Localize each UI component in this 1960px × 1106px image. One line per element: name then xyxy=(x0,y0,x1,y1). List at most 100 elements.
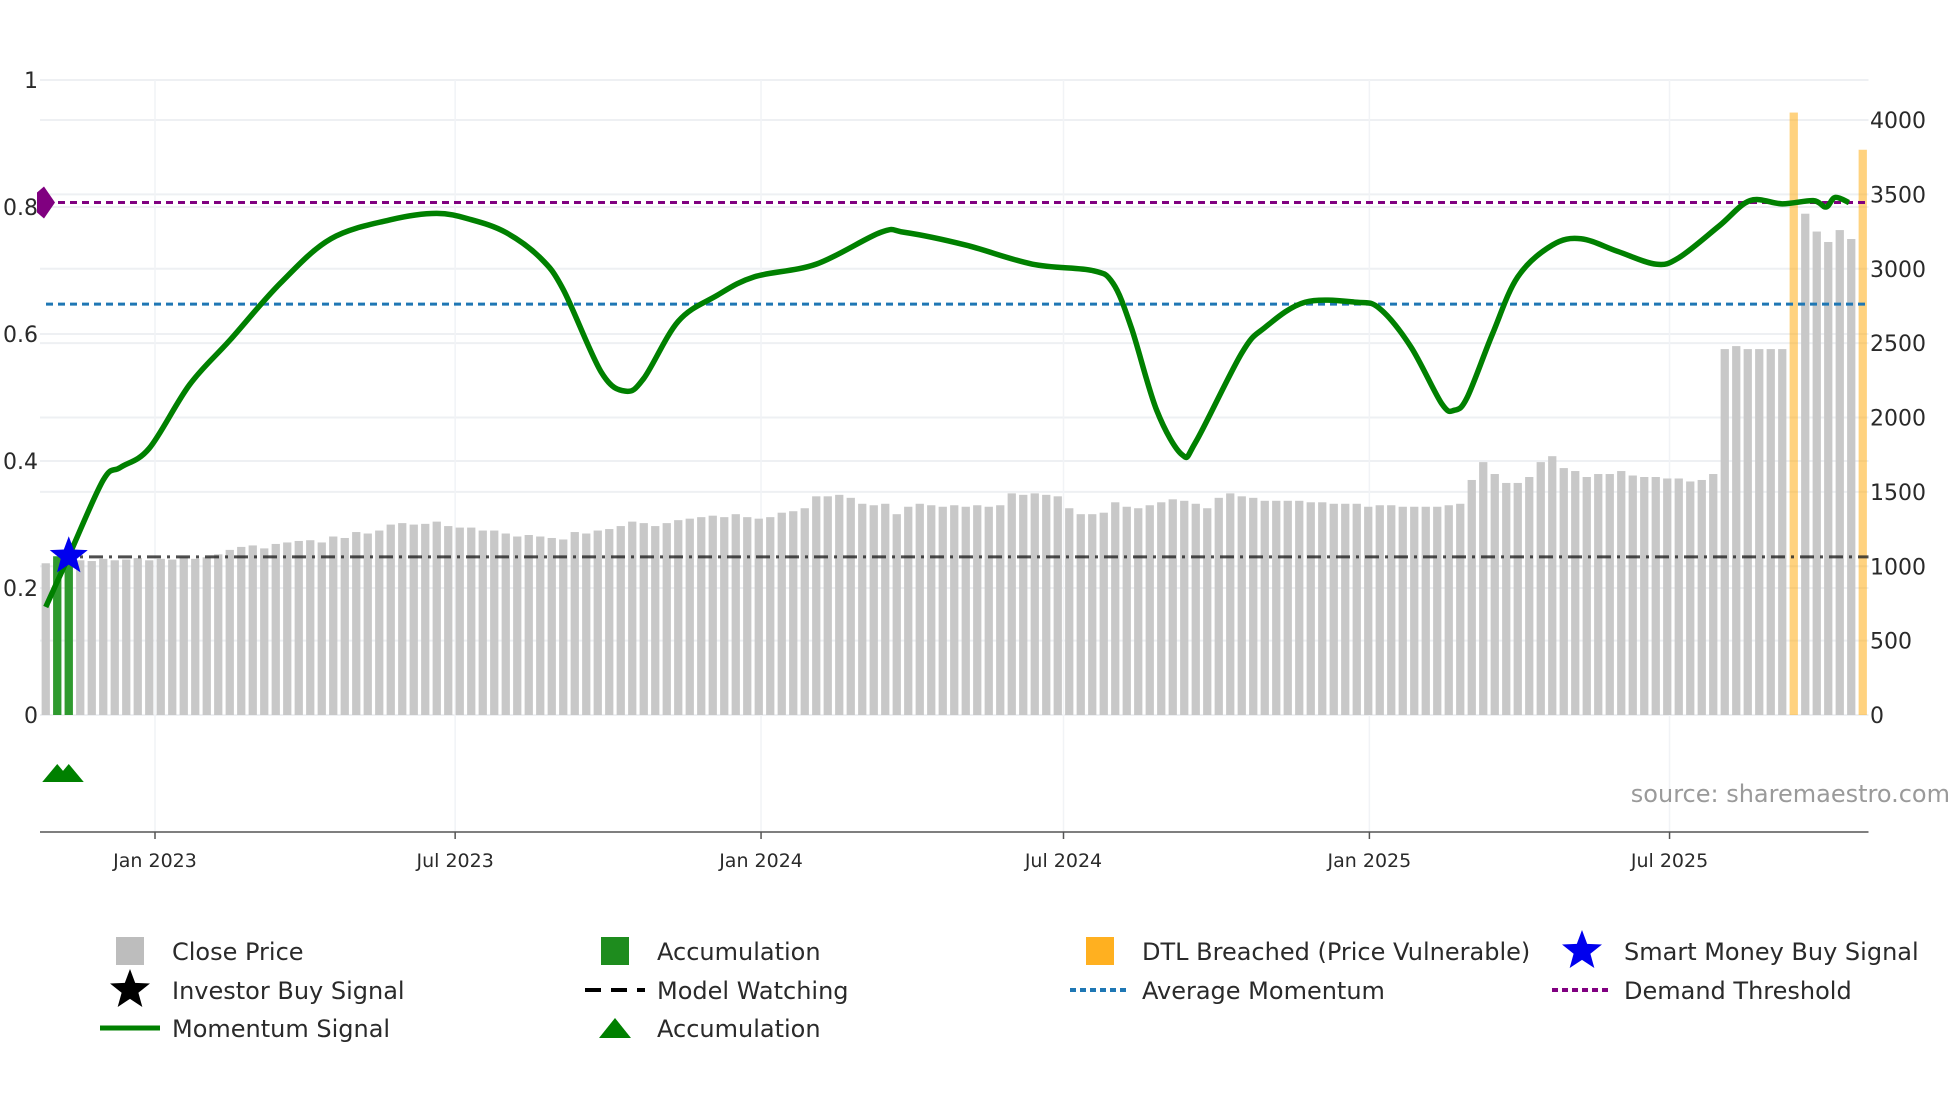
legend-triangle-icon xyxy=(599,1018,631,1038)
close-price-bar xyxy=(1490,474,1499,715)
close-price-bar xyxy=(340,537,349,715)
close-price-bar xyxy=(1571,471,1580,715)
close-price-bar xyxy=(708,515,717,715)
close-price-bar xyxy=(283,542,292,715)
close-price-bar xyxy=(248,545,257,715)
close-price-bar xyxy=(754,518,763,715)
close-price-bar xyxy=(1042,494,1051,715)
close-price-bar xyxy=(1640,477,1649,715)
close-price-bar xyxy=(1847,239,1856,715)
close-price-bar xyxy=(950,505,959,715)
close-price-bar xyxy=(1157,502,1166,715)
close-price-bar xyxy=(1594,474,1603,715)
close-price-bar xyxy=(179,557,188,715)
left-y-tick-label: 0.4 xyxy=(3,450,38,475)
close-price-bar xyxy=(1398,506,1407,715)
close-price-bar xyxy=(1352,503,1361,715)
close-price-bar xyxy=(1410,506,1419,715)
close-price-bar xyxy=(1272,500,1281,715)
close-price-bar xyxy=(582,533,591,715)
close-price-bar xyxy=(651,526,660,715)
close-price-bar xyxy=(145,560,154,715)
close-price-bar xyxy=(191,558,200,715)
source-label: source: sharemaestro.com xyxy=(1631,780,1950,808)
close-price-bar xyxy=(1444,505,1453,715)
close-price-bar xyxy=(559,539,568,715)
right-y-tick-label: 1500 xyxy=(1870,481,1926,506)
close-price-bar xyxy=(984,506,993,715)
legend-label: DTL Breached (Price Vulnerable) xyxy=(1142,938,1530,966)
legend-label: Average Momentum xyxy=(1142,977,1385,1005)
close-price-bar xyxy=(766,517,775,715)
dtl-breached-bar xyxy=(1858,149,1867,715)
close-price-bar xyxy=(421,523,430,715)
close-price-bar xyxy=(1134,508,1143,715)
close-price-bar xyxy=(846,497,855,715)
close-price-bar xyxy=(1743,349,1752,715)
close-price-bar xyxy=(1686,481,1695,715)
close-price-bar xyxy=(973,505,982,715)
close-price-bar xyxy=(1341,503,1350,715)
close-price-bar xyxy=(639,523,648,715)
close-price-bar xyxy=(214,554,223,715)
close-price-bar xyxy=(513,536,522,715)
close-price-bar xyxy=(812,496,821,715)
close-price-bar xyxy=(1329,503,1338,715)
demand-threshold-marker xyxy=(37,186,55,219)
close-price-bar xyxy=(1030,493,1039,715)
close-price-bar xyxy=(1203,508,1212,715)
close-price-bar xyxy=(835,494,844,715)
close-price-bar xyxy=(996,505,1005,715)
close-price-bar xyxy=(1709,474,1718,715)
close-price-bar xyxy=(1536,462,1545,715)
close-price-bar xyxy=(76,560,85,715)
close-price-bar xyxy=(225,549,234,715)
close-price-bar xyxy=(1122,506,1131,715)
close-price-bar xyxy=(398,523,407,715)
close-price-bar xyxy=(1582,477,1591,715)
close-price-bar xyxy=(1306,502,1315,715)
close-price-bar xyxy=(892,514,901,715)
close-price-bar xyxy=(777,512,786,715)
close-price-bar xyxy=(386,524,395,715)
close-price-bar xyxy=(1605,474,1614,715)
close-price-bar xyxy=(363,533,372,715)
close-price-bar xyxy=(41,563,50,715)
close-price-bar xyxy=(1214,497,1223,715)
legend-label: Model Watching xyxy=(657,977,849,1005)
x-tick-label: Jan 2024 xyxy=(718,850,803,872)
close-price-bar xyxy=(1617,471,1626,715)
legend-star-icon xyxy=(110,969,150,1007)
close-price-bar xyxy=(294,540,303,715)
close-price-bar xyxy=(1479,462,1488,715)
close-price-bar xyxy=(869,505,878,715)
close-price-bar xyxy=(1318,502,1327,715)
close-price-bar xyxy=(904,506,913,715)
close-price-bar xyxy=(329,536,338,715)
close-price-bar xyxy=(1720,349,1729,715)
close-price-bar xyxy=(1295,500,1304,715)
right-y-tick-label: 3000 xyxy=(1870,258,1926,283)
left-y-tick-label: 0 xyxy=(24,704,38,729)
close-price-bar xyxy=(1467,479,1476,715)
close-price-bar xyxy=(536,536,545,715)
x-tick-label: Jan 2023 xyxy=(112,850,197,872)
close-price-bar xyxy=(961,506,970,715)
close-price-bar xyxy=(133,558,142,715)
close-price-bar xyxy=(743,517,752,715)
close-price-bar xyxy=(1226,493,1235,715)
close-price-bar xyxy=(237,546,246,715)
gridlines xyxy=(40,79,1869,832)
right-y-tick-label: 3500 xyxy=(1870,183,1926,208)
close-price-bar xyxy=(99,558,108,715)
close-price-bar xyxy=(1099,512,1108,715)
right-y-tick-label: 4000 xyxy=(1870,109,1926,134)
close-price-bar xyxy=(1674,478,1683,715)
close-price-bar xyxy=(1651,477,1660,715)
x-tick-label: Jul 2023 xyxy=(415,850,493,872)
close-price-bar xyxy=(122,559,131,715)
close-price-bar xyxy=(823,496,832,715)
legend-label: Momentum Signal xyxy=(172,1015,390,1043)
close-price-bar xyxy=(444,526,453,715)
close-price-bar xyxy=(156,558,165,715)
